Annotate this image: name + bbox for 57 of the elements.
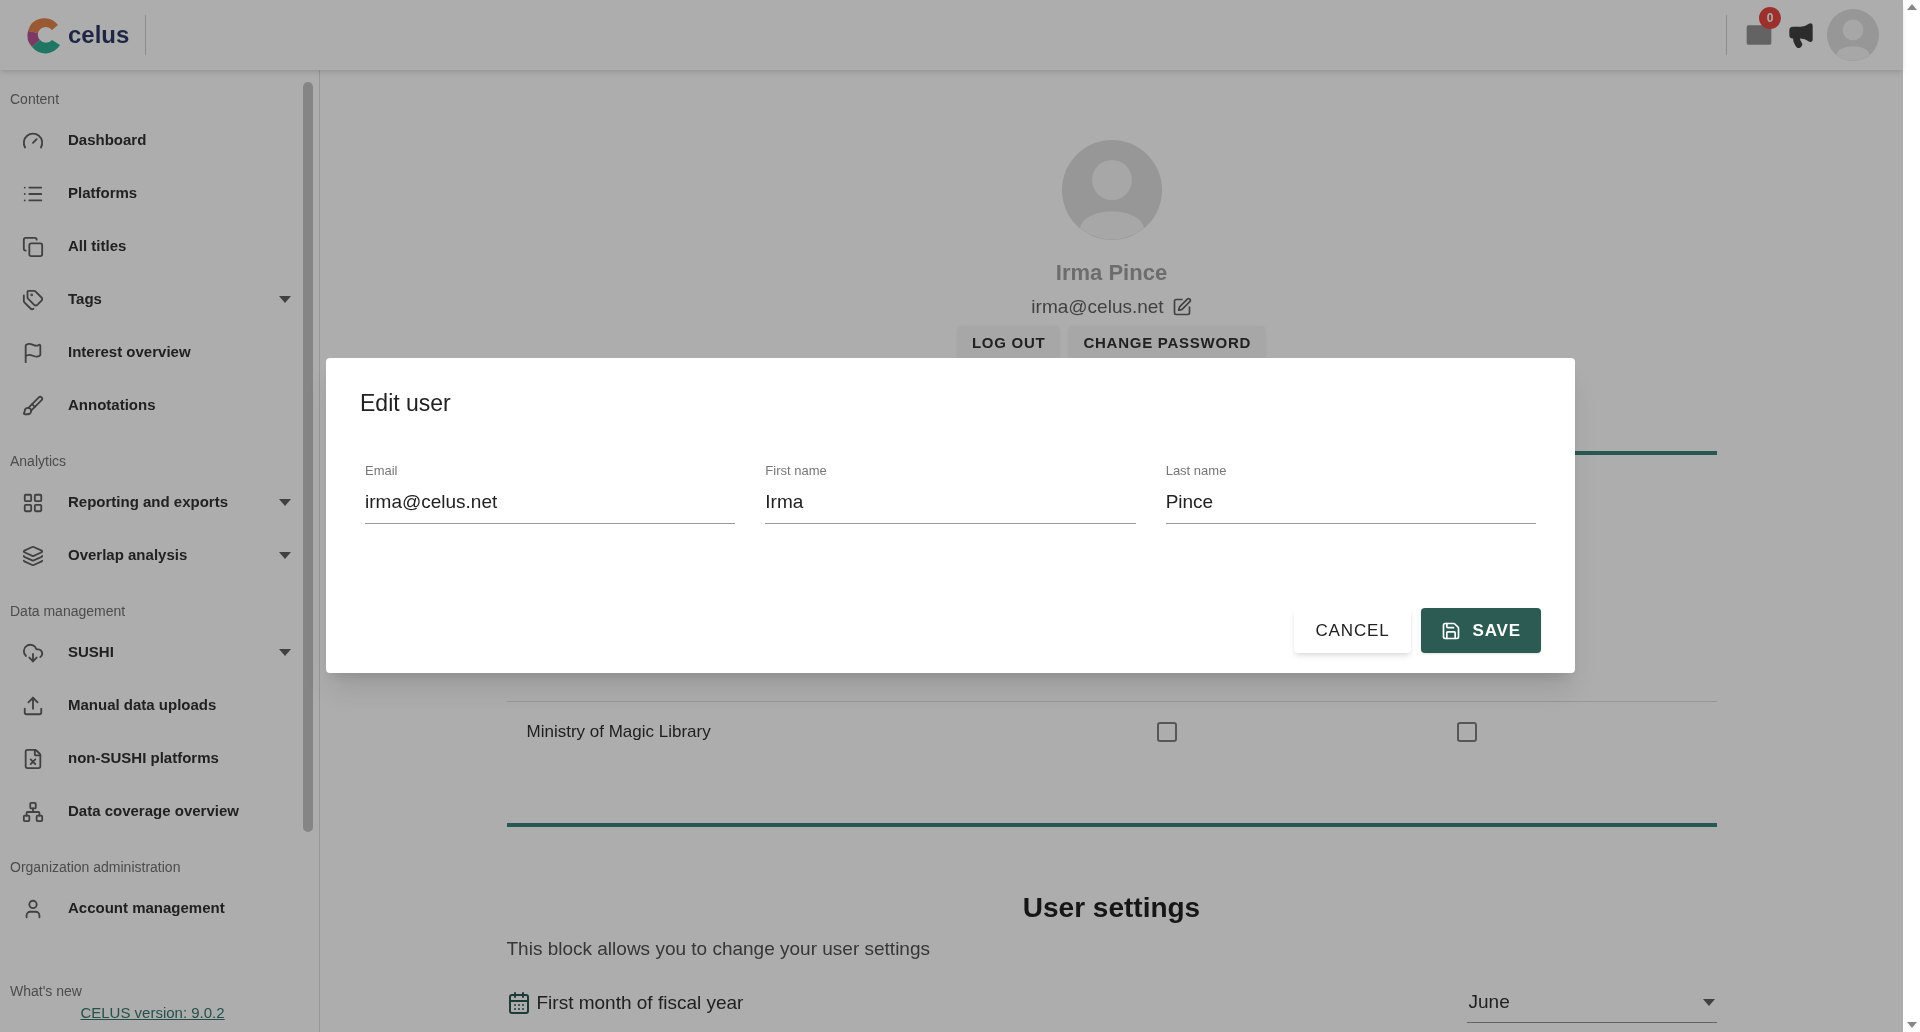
month-select[interactable]: June — [1466, 983, 1717, 1023]
sidebar-item[interactable]: Manual data uploads — [10, 679, 295, 732]
scroll-down-icon[interactable] — [1906, 1022, 1917, 1028]
expand-caret-icon — [279, 552, 291, 559]
caret-icon — [1702, 999, 1715, 1006]
layers-icon — [22, 544, 44, 567]
dialog-title: Edit user — [360, 389, 452, 418]
section-title: What's new — [10, 981, 83, 1001]
tag-icon — [22, 288, 44, 311]
notification-badge: 0 — [1759, 7, 1781, 29]
sidebar-item[interactable]: Account management — [10, 882, 295, 935]
sidebar-item[interactable]: Platforms — [10, 167, 295, 220]
cloud-download-icon — [22, 641, 44, 664]
sidebar-item[interactable]: Reporting and exports — [10, 476, 295, 529]
sidebar-item[interactable]: All titles — [10, 220, 295, 273]
organization-name: Ministry of Magic Library — [526, 721, 712, 744]
sidebar-item[interactable]: Dashboard — [10, 114, 295, 167]
expand-caret-icon — [279, 296, 291, 303]
version-link[interactable]: CELUS version: 9.0.2 — [80, 1001, 225, 1024]
sidebar-item[interactable]: Overlap analysis — [10, 529, 295, 582]
text-field[interactable]: Email irma@celus.net — [365, 460, 736, 524]
section-title: Data management — [10, 601, 127, 621]
text-field[interactable]: Last name Pince — [1165, 460, 1536, 524]
section-title: Analytics — [10, 451, 68, 471]
save-icon — [1440, 620, 1461, 641]
setting-label: First month of fiscal year — [536, 990, 745, 1015]
edit-icon[interactable] — [1171, 297, 1192, 318]
text-field[interactable]: First name Irma — [765, 460, 1136, 524]
section-description: This block allows you to change your user settings — [506, 936, 931, 961]
sidebar-item[interactable]: Annotations — [10, 379, 295, 432]
checkbox[interactable] — [1156, 722, 1177, 742]
section-heading: User settings — [1022, 890, 1201, 925]
section-title: Content — [10, 89, 61, 109]
megaphone-icon[interactable] — [1787, 21, 1815, 49]
expand-caret-icon — [279, 499, 291, 506]
profile-name: Irma Pince — [1055, 259, 1168, 287]
sidebar-item[interactable]: SUSHI — [10, 626, 295, 679]
profile-email: irma@celus.net — [1031, 295, 1164, 319]
copy-icon — [22, 235, 44, 258]
scroll-up-icon[interactable] — [1906, 4, 1917, 10]
upload-icon — [22, 694, 44, 717]
hierarchy-icon — [22, 800, 44, 823]
save-button[interactable]: SAVE — [1420, 608, 1541, 653]
expand-caret-icon — [279, 649, 291, 656]
brush-icon — [22, 394, 44, 417]
sidebar-item[interactable]: non-SUSHI platforms — [10, 732, 295, 785]
cancel-button[interactable]: CANCEL — [1294, 608, 1411, 653]
section-title: Organization administration — [10, 857, 182, 877]
sidebar-item[interactable]: Data coverage overview — [10, 785, 295, 838]
logo-text: celus — [68, 20, 130, 50]
calendar-icon — [506, 991, 531, 1015]
sidebar-item[interactable]: Tags — [10, 273, 295, 326]
checkbox[interactable] — [1456, 722, 1477, 742]
sidebar-item[interactable]: Interest overview — [10, 326, 295, 379]
grid-icon — [22, 491, 44, 514]
flag-icon — [22, 341, 44, 364]
file-icon — [22, 747, 44, 770]
